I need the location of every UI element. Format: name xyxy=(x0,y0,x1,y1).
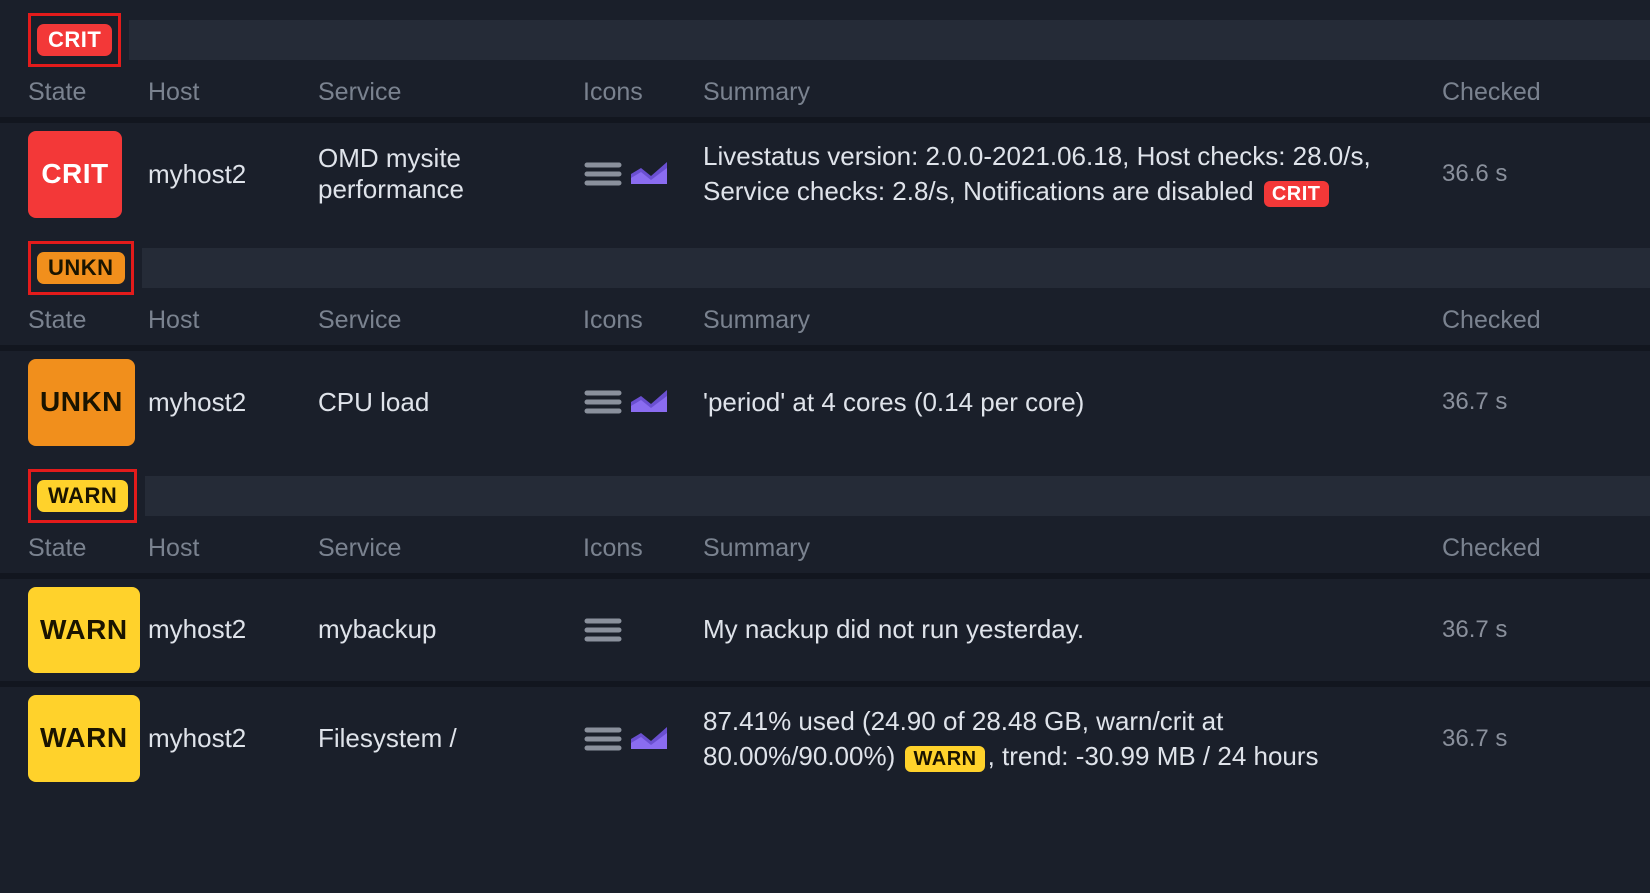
state-group-unkn: UNKNStateHostServiceIconsSummaryCheckedU… xyxy=(0,240,1650,454)
service-link[interactable]: mybackup xyxy=(318,614,583,645)
column-header-checked[interactable]: Checked xyxy=(1442,78,1622,107)
column-header-icons[interactable]: Icons xyxy=(583,534,703,563)
table-row[interactable]: CRIT myhost2OMD mysite performance Livesta… xyxy=(0,117,1650,226)
column-header-checked[interactable]: Checked xyxy=(1442,306,1622,335)
checked-time: 36.6 s xyxy=(1442,160,1622,188)
table-row[interactable]: WARN myhost2Filesystem / 87.41% used (24.9… xyxy=(0,681,1650,790)
state-badge: CRIT xyxy=(28,131,122,218)
group-header: CRIT xyxy=(0,12,1650,68)
row-icons xyxy=(583,158,703,190)
host-link[interactable]: myhost2 xyxy=(148,614,318,645)
group-header: WARN xyxy=(0,468,1650,524)
group-header-bar xyxy=(142,248,1650,288)
checked-time: 36.7 s xyxy=(1442,388,1622,416)
annotation-box: UNKN xyxy=(28,241,134,295)
summary-badge: WARN xyxy=(905,746,984,772)
column-header-checked[interactable]: Checked xyxy=(1442,534,1622,563)
state-badge: WARN xyxy=(28,695,140,782)
row-icons xyxy=(583,614,703,646)
state-group-warn: WARNStateHostServiceIconsSummaryCheckedW… xyxy=(0,468,1650,791)
annotation-box: WARN xyxy=(28,469,137,523)
chart-icon[interactable] xyxy=(629,158,669,190)
column-header-service[interactable]: Service xyxy=(318,306,583,335)
column-headers: StateHostServiceIconsSummaryChecked xyxy=(0,68,1650,117)
group-state-badge: CRIT xyxy=(37,24,112,56)
state-badge: UNKN xyxy=(28,359,135,446)
host-link[interactable]: myhost2 xyxy=(148,723,318,754)
host-link[interactable]: myhost2 xyxy=(148,387,318,418)
checked-time: 36.7 s xyxy=(1442,725,1622,753)
group-header-bar xyxy=(129,20,1650,60)
column-headers: StateHostServiceIconsSummaryChecked xyxy=(0,524,1650,573)
table-row[interactable]: UNKN myhost2CPU load 'period' at 4 cores (… xyxy=(0,345,1650,454)
group-header: UNKN xyxy=(0,240,1650,296)
chart-icon[interactable] xyxy=(629,386,669,418)
row-icons xyxy=(583,386,703,418)
column-header-state[interactable]: State xyxy=(28,78,148,107)
menu-icon[interactable] xyxy=(583,386,623,418)
summary-badge: CRIT xyxy=(1264,181,1329,207)
checked-time: 36.7 s xyxy=(1442,616,1622,644)
service-link[interactable]: Filesystem / xyxy=(318,723,583,754)
summary-text: My nackup did not run yesterday. xyxy=(703,612,1442,647)
group-state-badge: WARN xyxy=(37,480,128,512)
column-header-service[interactable]: Service xyxy=(318,78,583,107)
column-header-host[interactable]: Host xyxy=(148,306,318,335)
column-header-summary[interactable]: Summary xyxy=(703,78,1442,107)
column-header-host[interactable]: Host xyxy=(148,78,318,107)
chart-icon[interactable] xyxy=(629,723,669,755)
state-badge: WARN xyxy=(28,587,140,674)
state-group-crit: CRITStateHostServiceIconsSummaryCheckedC… xyxy=(0,12,1650,226)
table-row[interactable]: WARN myhost2mybackup My nackup did not run… xyxy=(0,573,1650,682)
host-link[interactable]: myhost2 xyxy=(148,159,318,190)
column-headers: StateHostServiceIconsSummaryChecked xyxy=(0,296,1650,345)
annotation-box: CRIT xyxy=(28,13,121,67)
column-header-summary[interactable]: Summary xyxy=(703,534,1442,563)
menu-icon[interactable] xyxy=(583,158,623,190)
column-header-icons[interactable]: Icons xyxy=(583,306,703,335)
column-header-icons[interactable]: Icons xyxy=(583,78,703,107)
group-header-bar xyxy=(145,476,1650,516)
column-header-state[interactable]: State xyxy=(28,534,148,563)
summary-text: Livestatus version: 2.0.0-2021.06.18, Ho… xyxy=(703,139,1442,209)
column-header-summary[interactable]: Summary xyxy=(703,306,1442,335)
summary-post: , trend: -30.99 MB / 24 hours xyxy=(988,741,1319,771)
row-icons xyxy=(583,723,703,755)
service-link[interactable]: OMD mysite performance xyxy=(318,143,583,205)
menu-icon[interactable] xyxy=(583,614,623,646)
menu-icon[interactable] xyxy=(583,723,623,755)
summary-pre: 'period' at 4 cores (0.14 per core) xyxy=(703,387,1084,417)
column-header-host[interactable]: Host xyxy=(148,534,318,563)
summary-pre: My nackup did not run yesterday. xyxy=(703,614,1084,644)
column-header-state[interactable]: State xyxy=(28,306,148,335)
summary-text: 'period' at 4 cores (0.14 per core) xyxy=(703,385,1442,420)
group-state-badge: UNKN xyxy=(37,252,125,284)
column-header-service[interactable]: Service xyxy=(318,534,583,563)
summary-text: 87.41% used (24.90 of 28.48 GB, warn/cri… xyxy=(703,704,1442,774)
service-link[interactable]: CPU load xyxy=(318,387,583,418)
